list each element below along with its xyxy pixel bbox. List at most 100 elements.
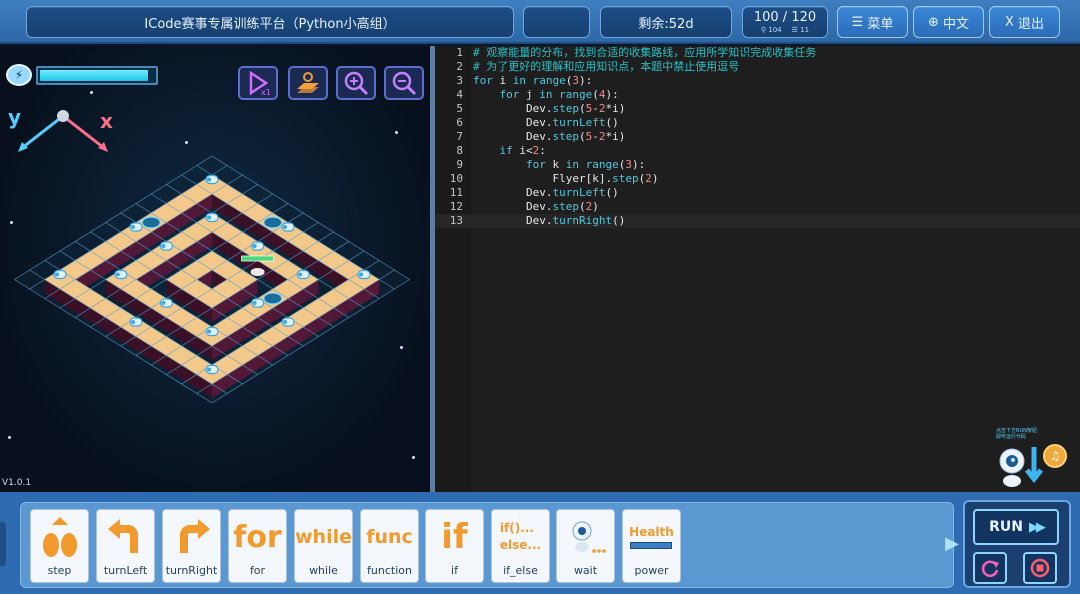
run-button[interactable]: RUN ▶▶ <box>973 509 1059 545</box>
line-number: 2 <box>456 60 463 73</box>
energy-capsule-dot <box>115 272 120 277</box>
block-for[interactable]: for for <box>228 509 287 583</box>
code-line[interactable]: 12 Dev.step(2) <box>435 200 1080 214</box>
block-glyph-text: if()... else... <box>499 521 542 552</box>
code-editor[interactable]: 1 # 观察能量的分布，找到合适的收集路线，应用所学知识完成收集任务 2 # 为了更好… <box>435 46 1080 492</box>
block-glyph <box>163 514 220 560</box>
line-number: 13 <box>449 214 463 227</box>
block-step[interactable]: step <box>30 509 89 583</box>
flyer-icon <box>141 216 161 229</box>
score-sub-b: ☰ 11 <box>791 25 810 34</box>
block-glyph-text: func <box>366 526 413 548</box>
line-number: 12 <box>449 200 463 213</box>
block-turnright[interactable]: turnRight <box>162 509 221 583</box>
block-label: power <box>634 564 669 577</box>
code-line[interactable]: 7 Dev.step(5-2*i) <box>435 130 1080 144</box>
bell-icon[interactable]: ♫ <box>1043 444 1067 468</box>
code-line[interactable]: 5 Dev.step(5-2*i) <box>435 102 1080 116</box>
block-glyph <box>557 514 614 560</box>
block-turnleft[interactable]: turnLeft <box>96 509 155 583</box>
code-line[interactable]: 4 for j in range(4): <box>435 88 1080 102</box>
run-hint: 点击下方RUN按钮 即可运行代码 <box>996 428 1037 440</box>
palette-left-tab[interactable] <box>0 522 6 566</box>
code-line[interactable]: 2 # 为了更好的理解和应用知识点，本题中禁止使用逗号 <box>435 60 1080 74</box>
line-code: Flyer[k].step(2) <box>473 172 659 185</box>
line-code: Dev.step(5-2*i) <box>473 130 626 143</box>
run-panel: RUN ▶▶ <box>963 500 1071 588</box>
block-wait[interactable]: wait <box>556 509 615 583</box>
block-label: step <box>47 564 72 577</box>
line-code: for j in range(4): <box>499 88 619 101</box>
code-line[interactable]: 8 if i<2: <box>435 144 1080 158</box>
reset-button[interactable] <box>973 552 1007 584</box>
language-button[interactable]: ⊕ 中文 <box>913 6 984 38</box>
energy-capsule-dot <box>161 301 166 305</box>
score-panel: 100 / 120 ⚲ 104 ☰ 11 <box>742 6 828 38</box>
code-line[interactable]: 11 Dev.turnLeft() <box>435 186 1080 200</box>
code-line[interactable]: 9 for k in range(3): <box>435 158 1080 172</box>
line-number: 11 <box>449 186 463 199</box>
code-line[interactable]: 3 for i in range(3): <box>435 74 1080 88</box>
line-code: # 为了更好的理解和应用知识点，本题中禁止使用逗号 <box>473 60 740 73</box>
energy-capsule-dot <box>131 225 135 229</box>
energy-capsule-dot <box>252 301 257 305</box>
energy-capsule-dot <box>283 225 287 229</box>
block-label: turnLeft <box>103 564 148 577</box>
step-icon <box>42 517 77 557</box>
energy-capsule-dot <box>207 367 211 372</box>
energy-capsule-dot <box>207 215 211 220</box>
block-glyph <box>31 514 88 560</box>
turn-left-icon <box>107 519 138 553</box>
menu-button[interactable]: ☰ 菜单 <box>837 6 908 38</box>
code-line[interactable]: 1 # 观察能量的分布，找到合适的收集路线，应用所学知识完成收集任务 <box>435 46 1080 60</box>
turn-right-icon <box>179 519 210 553</box>
energy-capsule-dot <box>161 244 166 248</box>
energy-capsule-dot <box>252 244 257 248</box>
block-if[interactable]: if if <box>425 509 484 583</box>
energy-capsule-dot <box>283 320 287 324</box>
block-glyph: if <box>426 514 483 560</box>
version-label: V1.0.1 <box>2 478 32 488</box>
block-glyph: for <box>229 514 286 560</box>
line-code: Dev.turnLeft() <box>473 186 619 199</box>
block-while[interactable]: while while <box>294 509 353 583</box>
block-label: function <box>367 564 412 577</box>
palette-next-icon[interactable]: ▶ <box>945 533 959 554</box>
exit-button[interactable]: Ⅹ 退出 <box>989 6 1060 38</box>
code-line[interactable]: 6 Dev.turnLeft() <box>435 116 1080 130</box>
game-board <box>14 155 410 404</box>
block-function[interactable]: func function <box>360 509 419 583</box>
energy-capsule-dot <box>207 177 211 182</box>
block-power[interactable]: Health power <box>622 509 681 583</box>
score-value: 100 / 120 <box>753 9 817 25</box>
remaining-days: 剩余:52d <box>600 6 732 38</box>
energy-capsule-dot <box>359 272 363 277</box>
line-code: Dev.turnRight() <box>473 214 626 227</box>
block-label: turnRight <box>165 564 218 577</box>
block-label: wait <box>573 564 598 577</box>
block-label: for <box>249 564 266 577</box>
dev-health-bar <box>241 255 275 262</box>
game-stage[interactable]: ⚡ x1 y x V1.0.1 <box>0 46 430 492</box>
stop-icon <box>1030 558 1050 578</box>
top-bar: ICode赛事专属训练平台（Python小高组） 剩余:52d 100 / 12… <box>0 0 1080 44</box>
globe-icon: ⊕ <box>927 14 943 30</box>
stop-button[interactable] <box>1023 552 1057 584</box>
energy-capsule-dot <box>298 272 303 277</box>
helper-robot-icon[interactable] <box>996 443 1044 489</box>
menu-icon: ☰ <box>851 14 868 30</box>
line-number: 7 <box>456 130 463 143</box>
code-line[interactable]: 10 Flyer[k].step(2) <box>435 172 1080 186</box>
line-number: 10 <box>449 172 463 185</box>
block-if-else[interactable]: if()... else... if_else <box>491 509 550 583</box>
energy-capsule-dot <box>131 320 135 324</box>
code-line[interactable]: 13 Dev.turnRight() <box>435 214 1080 228</box>
block-label: if_else <box>503 564 538 577</box>
line-code: Dev.step(2) <box>473 200 599 213</box>
block-glyph: Health <box>623 514 680 560</box>
fast-forward-icon: ▶▶ <box>1028 519 1046 535</box>
bottom-toolbar: step turnLeft turnRight for for while while fun… <box>0 492 1080 594</box>
line-number: 1 <box>456 46 463 59</box>
dev-robot-icon <box>250 268 265 276</box>
block-glyph-text: for <box>233 519 282 555</box>
